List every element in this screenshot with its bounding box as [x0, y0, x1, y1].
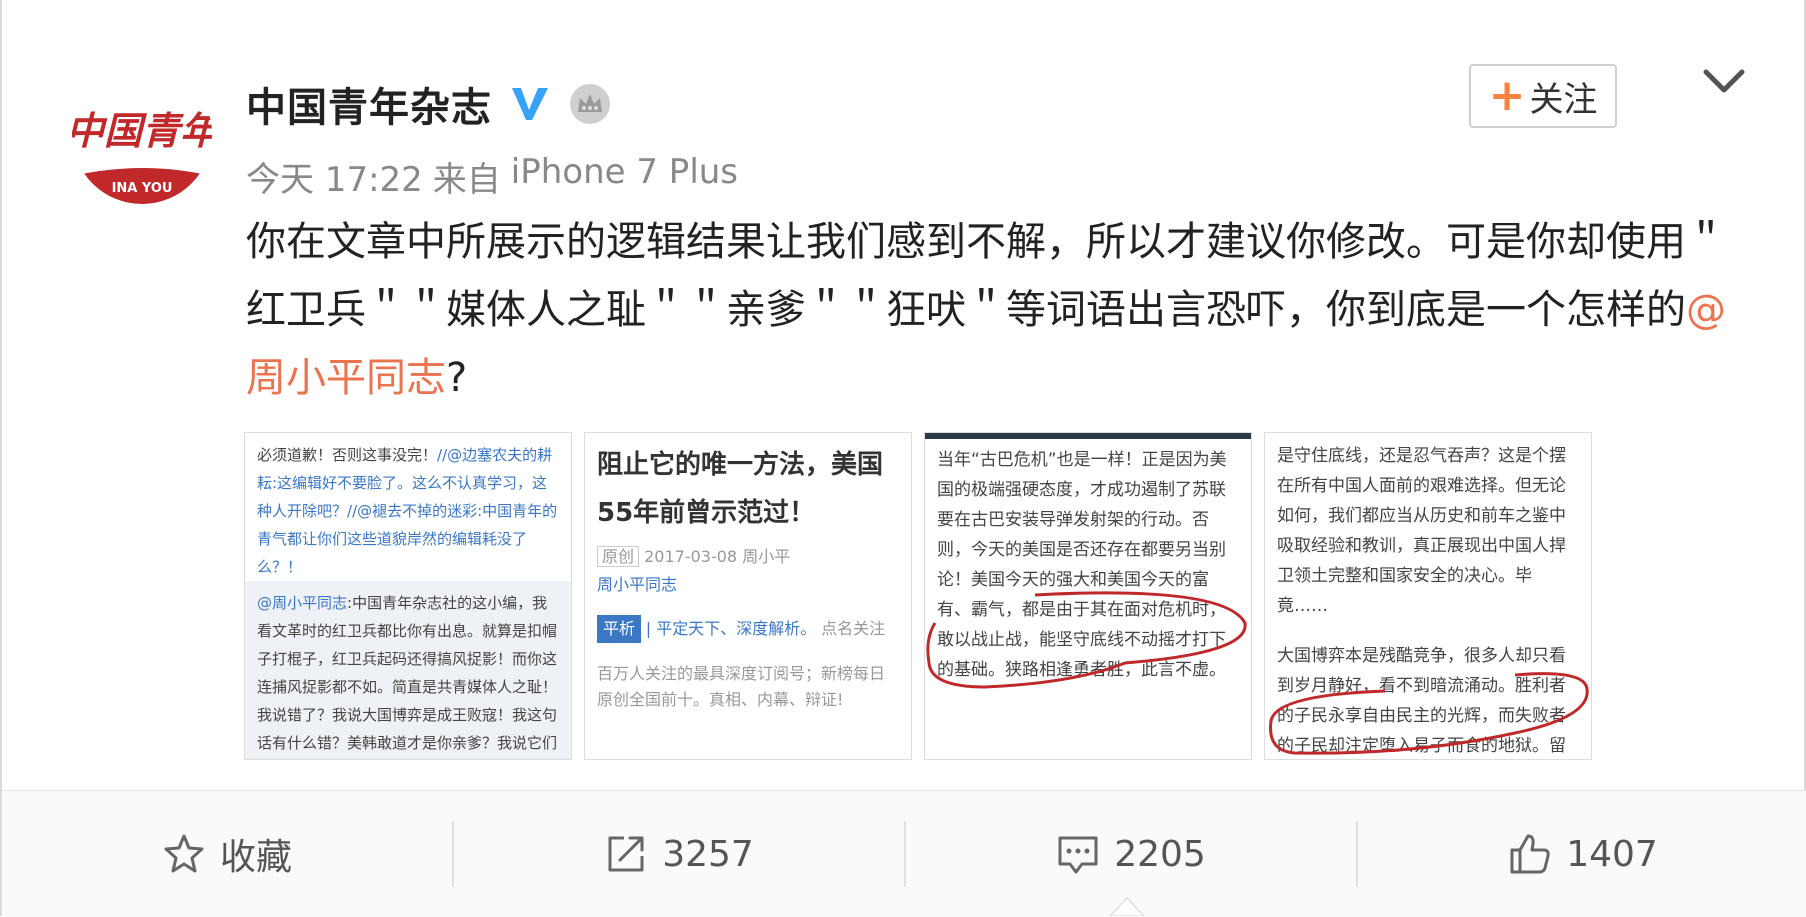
post-meta: 今天 17:22 来自 iPhone 7 Plus — [246, 152, 738, 201]
comment-pointer — [1110, 896, 1144, 916]
crown-icon[interactable] — [568, 82, 612, 126]
favorite-button[interactable]: 收藏 — [2, 791, 452, 917]
thumb2-author: 周小平 — [742, 547, 791, 566]
thumb1-quoted-text: :中国青年杂志社的这小编，我看文革时的红卫兵都比你有出息。就算是扣帽子打棍子，红… — [257, 594, 558, 752]
name-row: 中国青年杂志 — [246, 76, 612, 132]
action-bar: 收藏 3257 2205 1407 — [2, 790, 1806, 917]
thumb1-text-a: 必须道歉！否则这事没完！ — [257, 446, 438, 464]
post-body: 你在文章中所展示的逻辑结果让我们感到不解，所以才建议你修改。可是你却使用＂红卫兵… — [246, 219, 1726, 333]
thumb2-tag: 平析 — [597, 615, 642, 643]
source-prefix: 来自 — [432, 160, 501, 200]
thumb1-mention: @周小平同志 — [257, 594, 348, 612]
avatar[interactable]: 中国青年 INA YOU — [72, 64, 212, 204]
thumbs-up-icon — [1510, 834, 1550, 874]
chevron-down-icon[interactable] — [1702, 66, 1746, 96]
repost-button[interactable]: 3257 — [454, 791, 904, 917]
thumb1-quoted-block: @周小平同志:中国青年杂志社的这小编，我看文革时的红卫兵都比你有出息。就算是扣帽… — [245, 581, 571, 759]
account-name[interactable]: 中国青年杂志 — [246, 75, 492, 133]
thumb2-author-link: 周小平同志 — [597, 575, 678, 594]
repost-count: 3257 — [662, 833, 754, 875]
share-icon — [608, 836, 644, 872]
thumb2-follow-hint: 点名关注 — [821, 619, 886, 638]
comment-icon — [1058, 836, 1098, 874]
plus-icon: + — [1488, 70, 1526, 121]
thumb1-comment-block: 必须道歉！否则这事没完！//@边塞农夫的耕耘:这编辑好不要脸了。这么不认真学习，… — [257, 441, 559, 581]
thumb2-meta: 原创 2017-03-08 周小平 — [597, 543, 899, 571]
thumb4-text-2: 大国博弈本是残酷竞争，很多人却只看到岁月静好，看不到暗流涌动。胜利者的子民永享自… — [1277, 646, 1566, 756]
post-source[interactable]: iPhone 7 Plus — [511, 152, 738, 201]
thumb2-date: 2017-03-08 — [644, 547, 738, 566]
comment-count: 2205 — [1114, 833, 1206, 875]
avatar-subtext: INA YOU — [112, 181, 173, 196]
favorite-label: 收藏 — [219, 837, 292, 878]
thumb2-tag-desc: | 平定天下、深度解析。 — [645, 619, 817, 638]
thumb2-title: 阻止它的唯一方法，美国55年前曾示范过！ — [597, 450, 884, 528]
like-button[interactable]: 1407 — [1358, 791, 1806, 917]
thumb2-original-badge: 原创 — [597, 546, 640, 567]
thumbnail-4[interactable]: 是守住底线，还是忍气吞声？这是个摆在所有中国人面前的艰难选择。但无论如何，我们都… — [1264, 432, 1592, 760]
thumb3-topbar — [925, 433, 1251, 439]
follow-button[interactable]: + 关注 — [1469, 64, 1617, 128]
weibo-post-card: 中国青年 INA YOU 中国青年杂志 今天 17:22 来自 iPhone 7… — [0, 0, 1806, 917]
post-text: 你在文章中所展示的逻辑结果让我们感到不解，所以才建议你修改。可是你却使用＂红卫兵… — [246, 208, 1726, 412]
like-count: 1407 — [1566, 833, 1658, 875]
china-youth-logo: 中国青年 INA YOU — [72, 64, 212, 204]
follow-label: 关注 — [1529, 79, 1598, 120]
thumb4-text-1: 是守住底线，还是忍气吞声？这是个摆在所有中国人面前的艰难选择。但无论如何，我们都… — [1277, 446, 1566, 616]
thumb3-text: 当年“古巴危机”也是一样！正是因为美国的极端强硬态度，才成功遏制了苏联要在古巴安… — [937, 450, 1227, 680]
thumbnail-2[interactable]: 阻止它的唯一方法，美国55年前曾示范过！ 原创 2017-03-08 周小平 周… — [584, 432, 912, 760]
thumb2-tag-row: 平析 | 平定天下、深度解析。 点名关注 — [597, 615, 899, 643]
thumbnail-3[interactable]: 当年“古巴危机”也是一样！正是因为美国的极端强硬态度，才成功遏制了苏联要在古巴安… — [924, 432, 1252, 760]
post-end: ? — [446, 355, 468, 401]
verified-v-icon[interactable] — [508, 84, 552, 124]
avatar-text: 中国青年 — [72, 108, 212, 153]
post-time[interactable]: 今天 17:22 — [246, 152, 423, 201]
thumb2-footer: 百万人关注的最具深度订阅号；新榜每日原创全国前十。真相、内幕、辩证! — [597, 664, 886, 709]
star-icon — [164, 834, 204, 873]
image-grid: 必须道歉！否则这事没完！//@边塞农夫的耕耘:这编辑好不要脸了。这么不认真学习，… — [244, 432, 1592, 760]
thumbnail-1[interactable]: 必须道歉！否则这事没完！//@边塞农夫的耕耘:这编辑好不要脸了。这么不认真学习，… — [244, 432, 572, 760]
